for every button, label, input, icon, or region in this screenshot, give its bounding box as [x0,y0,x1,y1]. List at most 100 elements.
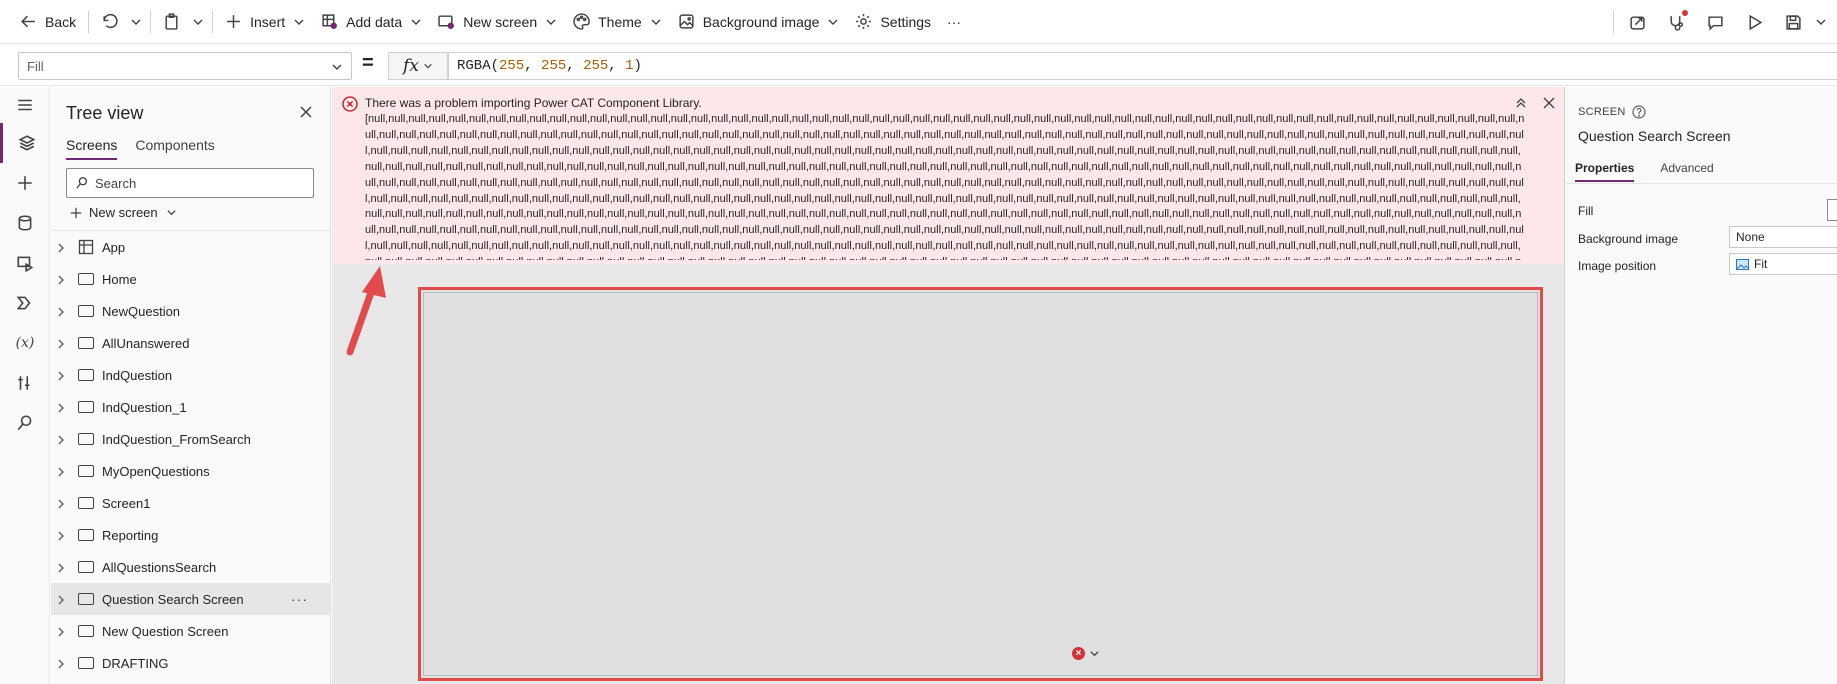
chevron-right-icon[interactable] [56,337,68,349]
rail-variables-button[interactable]: (x) [0,323,50,363]
chevron-right-icon[interactable] [56,273,68,285]
tree-item-label: Home [102,271,137,287]
rail-search-button[interactable] [0,403,50,443]
tree-item[interactable]: Home [51,263,330,295]
tree-item[interactable]: AllUnanswered [51,327,330,359]
chevron-right-icon[interactable] [56,561,68,573]
tab-advanced[interactable]: Advanced [1660,161,1713,182]
preview-button[interactable] [1735,0,1774,44]
background-image-button[interactable]: Background image [670,0,848,44]
chevron-right-icon[interactable] [56,241,68,253]
chevron-right-icon[interactable] [56,465,68,477]
chevron-right-icon[interactable] [56,657,68,669]
tree-item-label: Reporting [102,527,159,543]
tree-item[interactable]: IndQuestion_FromSearch [51,423,330,455]
plus-icon [70,207,82,218]
tree-item-label: IndQuestion_FromSearch [102,431,251,447]
tree-item[interactable]: Screen1 [51,487,330,519]
chevron-down-icon [424,63,432,69]
formula-input[interactable]: RGBA(255, 255, 255, 1) [448,52,1837,80]
chevron-right-icon[interactable] [56,593,68,605]
error-collapse-button[interactable] [1514,96,1528,110]
tab-components[interactable]: Components [135,137,214,160]
chevron-right-icon[interactable] [56,497,68,509]
control-type-label: SCREEN [1578,105,1646,119]
clipboard-icon [165,13,178,30]
comments-button[interactable] [1696,0,1735,44]
control-name[interactable]: Question Search Screen [1578,128,1731,144]
tree-item[interactable]: IndQuestion [51,359,330,391]
tree-new-screen-button[interactable]: New screen [69,205,177,220]
formula-arg: 255 [499,58,525,74]
search-icon [17,415,32,431]
rail-tree-view-button[interactable] [0,123,50,163]
tree-item[interactable]: App [51,231,330,263]
rail-insert-button[interactable] [0,163,50,203]
undo-menu-button[interactable] [126,0,146,44]
palette-icon [573,13,590,30]
tree-item[interactable]: DRAFTING [51,647,330,679]
plus-icon [18,176,32,190]
paste-button[interactable] [155,0,188,44]
rail-media-button[interactable] [0,243,50,283]
rail-menu-button[interactable] [0,87,50,123]
fill-color-swatch[interactable] [1827,199,1837,221]
chevron-right-icon[interactable] [56,433,68,445]
paste-menu-button[interactable] [188,0,208,44]
screen-icon [78,593,94,605]
image-fit-icon [1736,258,1749,270]
share-button[interactable] [1618,0,1657,44]
screen-icon [78,401,94,413]
settings-button[interactable]: Settings [847,0,939,44]
tree-item[interactable]: MyOpenQuestions [51,455,330,487]
save-button[interactable] [1774,0,1813,44]
save-menu-button[interactable] [1813,0,1837,44]
undo-button[interactable] [93,0,126,44]
separator [88,10,90,33]
properties-panel: SCREEN Question Search Screen Properties… [1564,87,1837,684]
error-close-button[interactable] [1542,96,1556,110]
tree-item[interactable]: Reporting [51,519,330,551]
tree-item-more-button[interactable]: ··· [291,591,308,607]
background-image-label: Background image [702,13,820,30]
tab-properties[interactable]: Properties [1575,161,1635,182]
insert-button[interactable]: Insert [217,0,313,44]
new-screen-button[interactable]: New screen [430,0,565,44]
tree-item[interactable]: NewQuestion [51,295,330,327]
properties-tabs: Properties Advanced [1575,161,1740,182]
tree-view-close-button[interactable] [298,104,314,120]
chevron-right-icon[interactable] [56,529,68,541]
rail-advanced-tools-button[interactable] [0,363,50,403]
tree-item[interactable]: AllQuestionsSearch [51,551,330,583]
rail-power-automate-button[interactable] [0,283,50,323]
property-dropdown[interactable]: Fill [18,52,352,80]
tree-item-label: Screen1 [102,495,151,511]
chevron-right-icon[interactable] [56,369,68,381]
screen-error-indicator[interactable]: × [1072,647,1100,660]
function-button[interactable]: fx [388,52,448,80]
tree-item-label: IndQuestion_1 [102,399,187,415]
more-commands-button[interactable]: ··· [939,0,969,44]
error-body: [null,null,null,null,null,null,null,null… [365,113,1525,260]
tree-item[interactable]: New Question Screen [51,615,330,647]
app-checker-button[interactable] [1657,0,1696,44]
chevron-down-icon [828,19,838,25]
back-button[interactable]: Back [0,0,84,44]
rail-data-button[interactable] [0,203,50,243]
tree-item[interactable]: IndQuestion_1 [51,391,330,423]
tree-item[interactable]: Question Search Screen ··· [51,583,330,615]
screen-canvas[interactable] [418,287,1543,681]
command-bar: Back Insert Add data New screen Theme Ba… [0,0,1837,44]
image-position-dropdown[interactable]: Fit [1729,253,1837,275]
chevron-right-icon[interactable] [56,305,68,317]
chevron-right-icon[interactable] [56,401,68,413]
tab-screens[interactable]: Screens [66,137,118,160]
comment-icon [1708,15,1723,31]
help-icon[interactable] [1632,105,1646,119]
theme-button[interactable]: Theme [565,0,670,44]
chevron-right-icon[interactable] [56,625,68,637]
add-data-button[interactable]: Add data [313,0,430,44]
new-screen-label: New screen [463,13,538,30]
tree-search-input[interactable] [95,175,305,191]
background-image-dropdown[interactable]: None [1729,226,1837,248]
